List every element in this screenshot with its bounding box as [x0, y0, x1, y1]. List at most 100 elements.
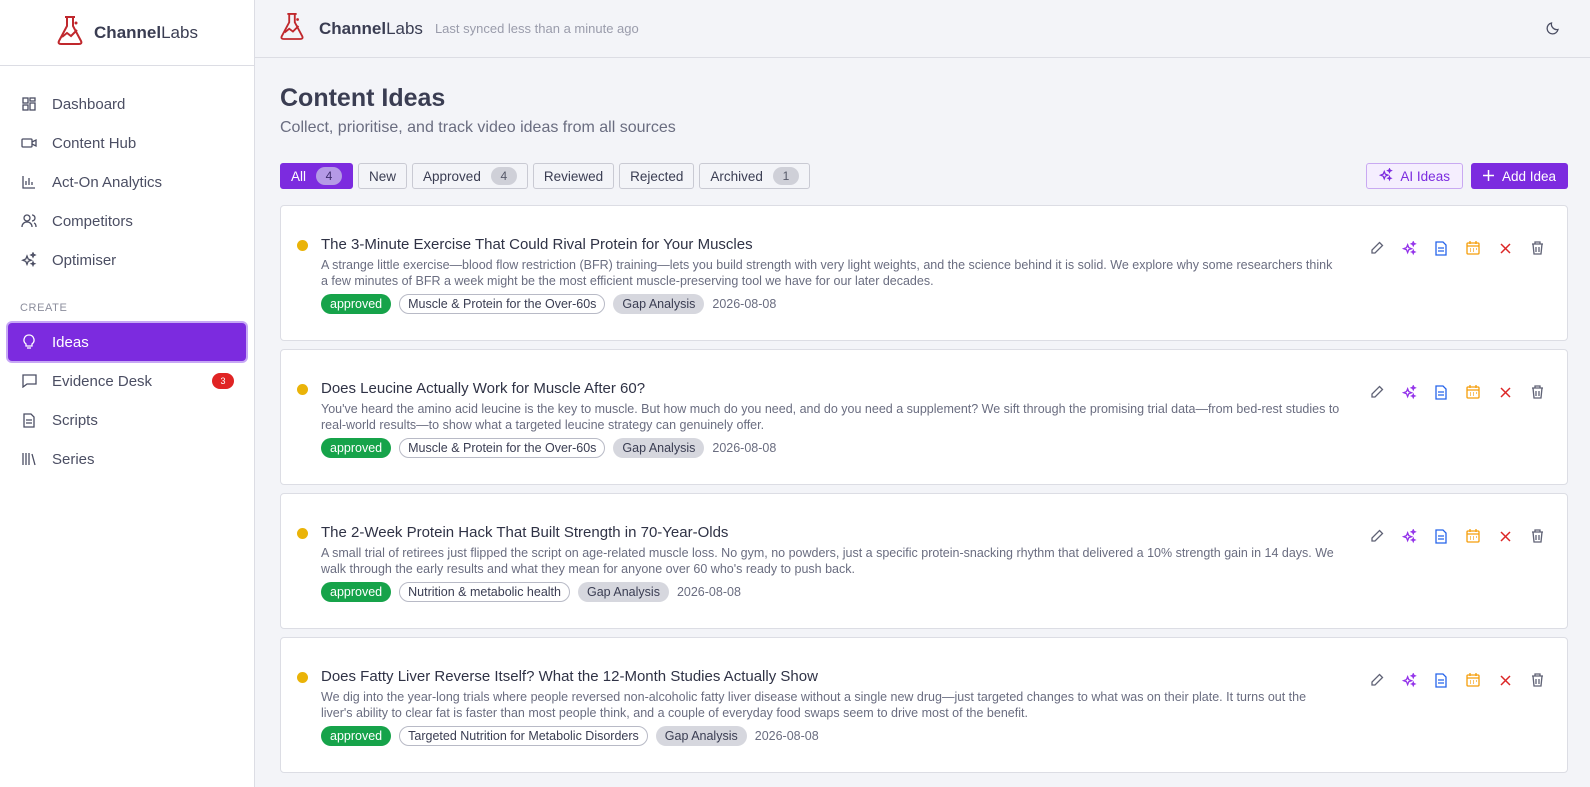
ai-ideas-button[interactable]: AI Ideas — [1366, 163, 1463, 189]
filter-all[interactable]: All 4 — [280, 163, 354, 189]
topbar-brand-name: ChannelLabs — [319, 19, 423, 39]
calendar-icon[interactable] — [1465, 240, 1481, 256]
users-icon — [20, 212, 38, 230]
sparkles-icon[interactable] — [1401, 528, 1417, 544]
filter-label: All — [291, 168, 307, 184]
reject-icon[interactable] — [1497, 672, 1513, 688]
reject-icon[interactable] — [1497, 384, 1513, 400]
brand[interactable]: ChannelLabs — [0, 0, 254, 66]
sidebar-item-label: Evidence Desk — [52, 372, 153, 390]
trash-icon[interactable] — [1529, 672, 1545, 688]
topic-tag: Targeted Nutrition for Metabolic Disorde… — [399, 726, 648, 746]
ai-ideas-label: AI Ideas — [1400, 168, 1450, 184]
sparkles-icon[interactable] — [1401, 672, 1417, 688]
add-idea-label: Add Idea — [1501, 168, 1556, 184]
idea-tags: approved Muscle & Protein for the Over-6… — [321, 294, 776, 314]
filter-count: 4 — [490, 167, 517, 185]
reject-icon[interactable] — [1497, 528, 1513, 544]
sidebar-item-label: Ideas — [52, 333, 89, 351]
calendar-icon[interactable] — [1465, 384, 1481, 400]
idea-title[interactable]: The 2-Week Protein Hack That Built Stren… — [321, 524, 728, 541]
document-icon[interactable] — [1433, 240, 1449, 256]
source-tag: Gap Analysis — [577, 582, 669, 602]
filter-archived[interactable]: Archived 1 — [699, 163, 810, 189]
sidebar-item-optimiser[interactable]: Optimiser — [8, 241, 246, 279]
filter-reviewed[interactable]: Reviewed — [532, 163, 615, 189]
sidebar-item-label: Series — [52, 450, 95, 468]
topic-tag: Muscle & Protein for the Over-60s — [399, 294, 606, 314]
sidebar-item-label: Content Hub — [52, 134, 137, 152]
message-icon — [20, 372, 38, 390]
status-dot — [297, 384, 308, 395]
sparkles-icon — [20, 251, 38, 269]
document-icon[interactable] — [1433, 672, 1449, 688]
status-dot — [297, 672, 308, 683]
edit-icon[interactable] — [1369, 528, 1385, 544]
idea-actions — [1369, 240, 1545, 256]
filter-new[interactable]: New — [358, 163, 408, 189]
sparkles-icon[interactable] — [1401, 384, 1417, 400]
edit-icon[interactable] — [1369, 672, 1385, 688]
sidebar-item-evidence-desk[interactable]: Evidence Desk 3 — [8, 362, 246, 400]
edit-icon[interactable] — [1369, 240, 1385, 256]
reject-icon[interactable] — [1497, 240, 1513, 256]
sidebar-item-content-hub[interactable]: Content Hub — [8, 124, 246, 162]
file-text-icon — [20, 411, 38, 429]
sparkles-icon[interactable] — [1401, 240, 1417, 256]
idea-card[interactable]: The 3-Minute Exercise That Could Rival P… — [280, 205, 1568, 341]
trash-icon[interactable] — [1529, 528, 1545, 544]
idea-actions — [1369, 384, 1545, 400]
moon-icon[interactable] — [1546, 21, 1560, 40]
library-icon — [20, 450, 38, 468]
status-dot — [297, 240, 308, 251]
source-tag: Gap Analysis — [613, 294, 705, 314]
document-icon[interactable] — [1433, 528, 1449, 544]
sidebar-item-act-on-analytics[interactable]: Act-On Analytics — [8, 163, 246, 201]
idea-tags: approved Nutrition & metabolic health Ga… — [321, 582, 741, 602]
video-icon — [20, 134, 38, 152]
topbar: ChannelLabs Last synced less than a minu… — [255, 0, 1590, 58]
idea-date: 2026-08-08 — [676, 585, 741, 599]
idea-actions — [1369, 528, 1545, 544]
sidebar-item-dashboard[interactable]: Dashboard — [8, 85, 246, 123]
document-icon[interactable] — [1433, 384, 1449, 400]
flask-logo-icon — [56, 15, 84, 50]
ideas-list: The 3-Minute Exercise That Could Rival P… — [280, 205, 1568, 773]
flask-logo-icon[interactable] — [279, 12, 305, 45]
filter-rejected[interactable]: Rejected — [619, 163, 695, 189]
notification-badge: 3 — [212, 373, 234, 389]
topic-tag: Nutrition & metabolic health — [399, 582, 570, 602]
sidebar-nav: Dashboard Content Hub Act-On Analytics C… — [0, 66, 254, 478]
idea-tags: approved Muscle & Protein for the Over-6… — [321, 438, 776, 458]
trash-icon[interactable] — [1529, 384, 1545, 400]
brand-name: ChannelLabs — [94, 23, 198, 43]
idea-title[interactable]: Does Leucine Actually Work for Muscle Af… — [321, 380, 645, 397]
trash-icon[interactable] — [1529, 240, 1545, 256]
status-badge: approved — [321, 294, 392, 314]
topic-tag: Muscle & Protein for the Over-60s — [399, 438, 606, 458]
sidebar-item-ideas[interactable]: Ideas — [8, 323, 246, 361]
idea-title[interactable]: Does Fatty Liver Reverse Itself? What th… — [321, 668, 818, 685]
idea-date: 2026-08-08 — [712, 297, 777, 311]
filter-label: Approved — [423, 168, 481, 184]
calendar-icon[interactable] — [1465, 528, 1481, 544]
filter-approved[interactable]: Approved 4 — [412, 163, 528, 189]
filter-count: 4 — [316, 167, 343, 185]
bar-chart-icon — [20, 173, 38, 191]
add-idea-button[interactable]: Add Idea — [1470, 163, 1568, 189]
sidebar-item-series[interactable]: Series — [8, 440, 246, 478]
idea-card[interactable]: Does Leucine Actually Work for Muscle Af… — [280, 349, 1568, 485]
idea-description: A strange little exercise—blood flow res… — [321, 258, 1333, 288]
filter-count: 1 — [772, 167, 799, 185]
idea-card[interactable]: Does Fatty Liver Reverse Itself? What th… — [280, 637, 1568, 773]
edit-icon[interactable] — [1369, 384, 1385, 400]
source-tag: Gap Analysis — [655, 726, 747, 746]
filter-label: Rejected — [630, 168, 684, 184]
idea-title[interactable]: The 3-Minute Exercise That Could Rival P… — [321, 236, 753, 253]
calendar-icon[interactable] — [1465, 672, 1481, 688]
sidebar-item-competitors[interactable]: Competitors — [8, 202, 246, 240]
header-actions: AI Ideas Add Idea — [1366, 163, 1568, 189]
sidebar-item-label: Competitors — [52, 212, 133, 230]
sidebar-item-scripts[interactable]: Scripts — [8, 401, 246, 439]
idea-card[interactable]: The 2-Week Protein Hack That Built Stren… — [280, 493, 1568, 629]
